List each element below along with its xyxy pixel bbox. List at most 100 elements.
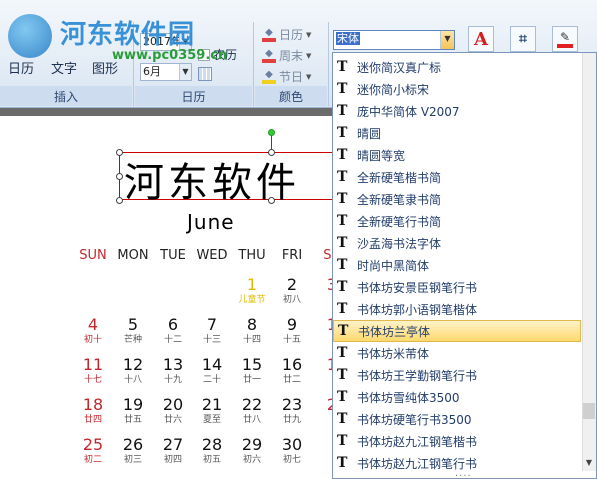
day-number: 15 (241, 355, 263, 374)
lunar-date: 十五 (282, 335, 301, 345)
lunar-date: 廿九 (282, 415, 301, 425)
truetype-font-icon: T (337, 147, 348, 163)
month-title: June (187, 210, 235, 234)
font-name: 晴圆 (357, 126, 382, 141)
font-list-item[interactable]: T 书体坊雪纯体3500 (333, 386, 581, 408)
calendar-day: 29 初六 (232, 436, 272, 466)
resize-handle[interactable] (116, 173, 123, 180)
lunar-date: 儿童节 (238, 295, 266, 305)
font-list-item[interactable]: T 书体坊米芾体 (333, 342, 581, 364)
font-dropdown-list[interactable]: T 迷你简汉真广标 T 迷你简小标宋 T 庞中华简体 V2007 T 晴圆 T 晴圆等宽 T 全新硬笔… (332, 52, 597, 479)
pencil-icon: ✎ (557, 30, 573, 48)
calendar-grid-icon[interactable] (198, 67, 212, 81)
paint-bucket-icon: ◆ (262, 27, 276, 42)
calendar-day: 6 十二 (153, 316, 193, 346)
chevron-down-icon[interactable]: ▼ (179, 64, 191, 80)
font-list-item[interactable]: T 迷你简小标宋 (333, 78, 581, 100)
font-name: 迷你简小标宋 (357, 82, 430, 97)
font-list-item[interactable]: T 时尚中黑简体 (333, 254, 581, 276)
font-list-item[interactable]: T 书体坊兰亭体 (333, 320, 581, 342)
day-number: 22 (241, 395, 263, 414)
lunar-date: 廿四 (83, 415, 102, 425)
month-value: 6月 (143, 65, 161, 78)
font-name: 迷你简汉真广标 (357, 60, 442, 75)
day-number: 6 (167, 315, 179, 334)
font-select[interactable]: 宋体 ▼ (333, 30, 455, 50)
font-list-item[interactable]: T 书体坊安景臣钢笔行书 (333, 276, 581, 298)
calendar-day: 12 十八 (113, 356, 153, 386)
calendar-day: 7 十三 (192, 316, 232, 346)
insert-group-label: 插入 (53, 90, 78, 104)
watermark-url: www.pc0359.cn (112, 48, 228, 63)
insert-text-button[interactable]: 文字 (51, 58, 77, 77)
day-number: 26 (122, 435, 144, 454)
line-color-icon[interactable]: ✎ (552, 26, 578, 52)
font-list-item[interactable]: T 晴圆 (333, 122, 581, 144)
day-number: 11 (82, 355, 104, 374)
crop-icon[interactable]: ⌗ (510, 26, 536, 52)
day-number: 23 (281, 395, 303, 414)
calendar-group-label: 日历 (181, 90, 206, 104)
calendar-day: 9 十五 (272, 316, 312, 346)
calendar-day: 20 廿六 (153, 396, 193, 426)
day-number: 2 (286, 275, 298, 294)
paint-bucket-icon: ◆ (262, 48, 276, 63)
calendar-day: 18 廿四 (73, 396, 113, 426)
font-list-item[interactable]: T 晴圆等宽 (333, 144, 581, 166)
lunar-date: 十二 (163, 335, 182, 345)
weekend-color-button[interactable]: ◆ 周末 ▼ (262, 47, 311, 64)
truetype-font-icon: T (337, 301, 348, 317)
truetype-font-icon: T (337, 455, 348, 471)
calendar-day: 8 十四 (232, 316, 272, 346)
font-color-icon[interactable]: A (468, 26, 494, 52)
lunar-date: 十九 (163, 375, 182, 385)
day-number: 8 (246, 315, 258, 334)
rotate-handle[interactable] (268, 129, 275, 136)
day-number: 4 (87, 315, 99, 334)
font-list-item[interactable]: T 书体坊郭小语钢笔楷体 (333, 298, 581, 320)
scrollbar-thumb[interactable] (583, 403, 595, 419)
font-list-item[interactable]: T 庞中华简体 V2007 (333, 100, 581, 122)
calendar-day: 14 二十 (192, 356, 232, 386)
day-number: 27 (162, 435, 184, 454)
calendar-day: 22 廿八 (232, 396, 272, 426)
font-list-item[interactable]: T 全新硬笔隶书简 (333, 188, 581, 210)
day-number: 30 (281, 435, 303, 454)
lunar-date: 初八 (282, 295, 301, 305)
font-list-item[interactable]: T 书体坊硬笔行书3500 (333, 408, 581, 430)
chevron-down-icon[interactable]: ▼ (440, 31, 454, 49)
font-list-item[interactable]: T 书体坊王学勤钢笔行书 (333, 364, 581, 386)
font-list-item[interactable]: T 沙孟海书法字体 (333, 232, 581, 254)
font-name: 书体坊郭小语钢笔楷体 (357, 302, 478, 317)
font-name: 书体坊雪纯体3500 (357, 390, 460, 405)
lunar-date: 十三 (202, 335, 221, 345)
calendar-day: 13 十九 (153, 356, 193, 386)
calendar-color-button[interactable]: ◆ 日历 ▼ (262, 26, 311, 43)
font-list-item[interactable]: T 迷你简汉真广标 (333, 56, 581, 78)
resize-handle[interactable] (268, 149, 275, 156)
font-name: 全新硬笔楷书简 (357, 170, 442, 185)
resize-grip-icon[interactable]: ···· (455, 471, 472, 479)
lunar-date: 二十 (202, 375, 221, 385)
truetype-font-icon: T (337, 81, 348, 97)
weekday-tue: TUE (160, 248, 186, 263)
resize-handle[interactable] (268, 197, 275, 204)
truetype-font-icon: T (337, 169, 348, 185)
font-name: 书体坊米芾体 (357, 346, 430, 361)
font-list-item[interactable]: T 书体坊赵九江钢笔楷书 (333, 430, 581, 452)
font-list-item[interactable]: T 全新硬笔行书简 (333, 210, 581, 232)
font-list-item[interactable]: T 全新硬笔楷书简 (333, 166, 581, 188)
font-name: 书体坊赵九江钢笔楷书 (357, 434, 478, 449)
insert-calendar-button[interactable]: 日历 (8, 58, 34, 77)
resize-handle[interactable] (116, 197, 123, 204)
lunar-date: 廿八 (242, 415, 261, 425)
festival-color-button[interactable]: ◆ 节日 ▼ (262, 68, 311, 85)
scroll-down-arrow-icon[interactable]: ▼ (583, 458, 595, 470)
day-number: 19 (122, 395, 144, 414)
month-select[interactable]: 6月 ▼ (140, 63, 192, 81)
truetype-font-icon: T (338, 323, 349, 339)
paint-bucket-icon: ◆ (262, 69, 276, 84)
resize-handle[interactable] (116, 149, 123, 156)
group-divider (328, 22, 329, 106)
truetype-font-icon: T (337, 257, 348, 273)
